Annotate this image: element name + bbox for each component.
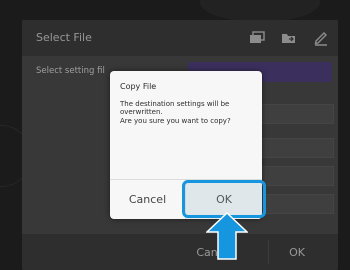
dialog-title: Copy File — [120, 82, 157, 91]
pointer-arrow-icon — [205, 211, 249, 260]
device-frame: Select File Select setting fil Cancel OK… — [0, 0, 350, 270]
cancel-button[interactable]: Cancel — [110, 180, 185, 219]
dialog-message: The destination settings will be overwri… — [120, 100, 231, 125]
